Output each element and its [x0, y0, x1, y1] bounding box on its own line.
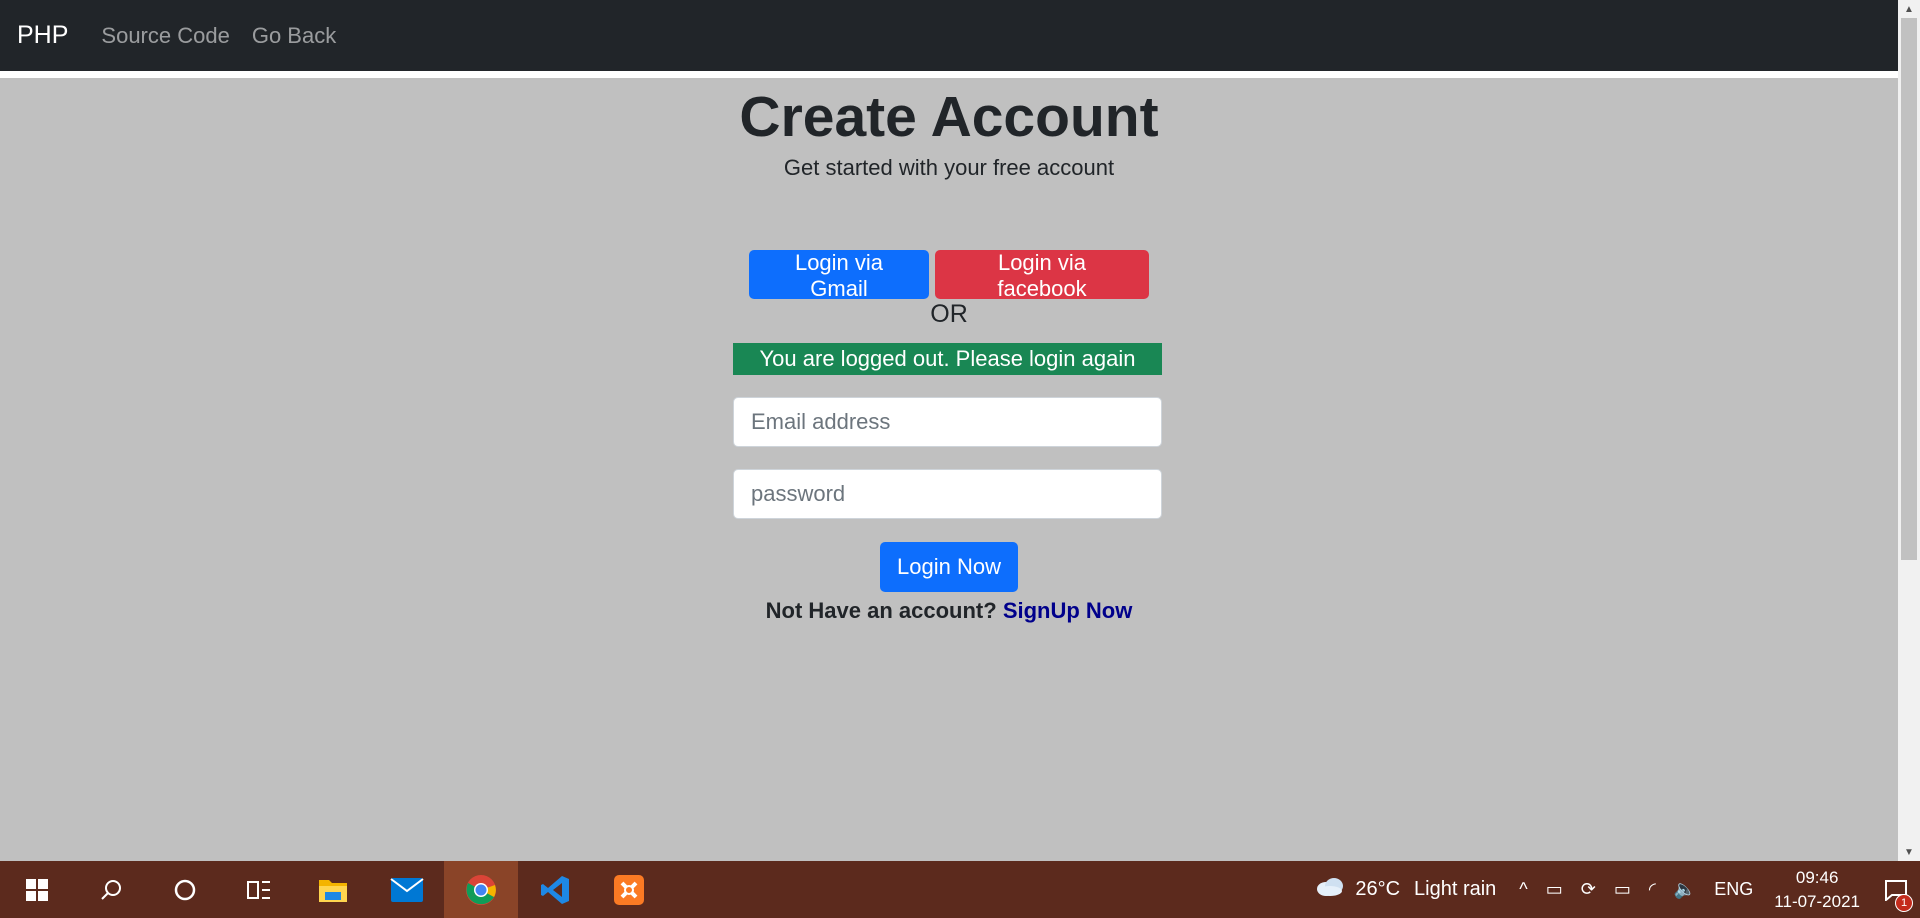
login-facebook-button[interactable]: Login via facebook: [935, 250, 1149, 301]
language-indicator[interactable]: ENG: [1714, 879, 1753, 900]
clock[interactable]: 09:46 11-07-2021: [1774, 866, 1860, 914]
meet-now-icon[interactable]: ▭: [1546, 879, 1563, 900]
password-input[interactable]: [733, 469, 1162, 519]
search-icon[interactable]: [74, 861, 148, 918]
scroll-up-arrow-icon[interactable]: ▲: [1898, 0, 1920, 18]
nav-link-go-back[interactable]: Go Back: [252, 23, 336, 49]
logout-alert: You are logged out. Please login again: [733, 343, 1162, 375]
vscode-icon[interactable]: [518, 861, 592, 918]
brand-link[interactable]: PHP: [17, 21, 68, 50]
page-title: Create Account: [739, 85, 1159, 149]
or-divider-text: OR: [930, 300, 968, 328]
navbar: PHP Source Code Go Back: [0, 0, 1898, 71]
xampp-icon[interactable]: [592, 861, 666, 918]
task-view-icon[interactable]: [222, 861, 296, 918]
system-tray: 26°C Light rain ^ ▭ ⟳ ▭ ◜ 🔈 ENG 09:46 11…: [1305, 861, 1920, 918]
clock-time: 09:46: [1795, 867, 1839, 887]
login-button-wrap: Login Now: [0, 542, 1898, 592]
clock-date: 11-07-2021: [1774, 891, 1860, 911]
chrome-icon[interactable]: [444, 861, 518, 918]
volume-icon[interactable]: 🔈: [1674, 879, 1696, 900]
scroll-thumb[interactable]: [1901, 18, 1917, 560]
navbar-divider: [0, 71, 1898, 78]
signup-prompt: Not Have an account?: [765, 598, 997, 623]
windows-taskbar: 26°C Light rain ^ ▭ ⟳ ▭ ◜ 🔈 ENG 09:46 11…: [0, 861, 1920, 918]
signup-line: Not Have an account? SignUp Now: [0, 598, 1898, 624]
cortana-icon[interactable]: [148, 861, 222, 918]
social-login-group: Login via Gmail Login via facebook: [0, 250, 1898, 301]
notification-icon[interactable]: 1: [1872, 861, 1920, 918]
main-content: Create Account Get started with your fre…: [0, 78, 1898, 861]
weather-temp[interactable]: 26°C: [1355, 878, 1400, 901]
chevron-up-icon[interactable]: ^: [1519, 879, 1527, 900]
email-input[interactable]: [733, 397, 1162, 447]
weather-text[interactable]: Light rain: [1414, 878, 1496, 901]
file-explorer-icon[interactable]: [296, 861, 370, 918]
nav-link-source-code[interactable]: Source Code: [101, 23, 229, 49]
battery-icon[interactable]: ▭: [1614, 879, 1631, 900]
wifi-icon[interactable]: ◜: [1649, 879, 1656, 900]
signup-link[interactable]: SignUp Now: [1003, 598, 1133, 623]
page-subtitle: Get started with your free account: [783, 155, 1115, 180]
notification-badge: 1: [1895, 894, 1913, 912]
scroll-down-arrow-icon[interactable]: ▼: [1898, 843, 1920, 861]
sync-icon[interactable]: ⟳: [1581, 879, 1596, 900]
login-gmail-button[interactable]: Login via Gmail: [749, 250, 929, 301]
weather-cloud-icon[interactable]: [1314, 876, 1346, 903]
vertical-scrollbar[interactable]: ▲ ▼: [1898, 0, 1920, 861]
windows-start-icon[interactable]: [0, 861, 74, 918]
mail-icon[interactable]: [370, 861, 444, 918]
login-now-button[interactable]: Login Now: [880, 542, 1018, 592]
